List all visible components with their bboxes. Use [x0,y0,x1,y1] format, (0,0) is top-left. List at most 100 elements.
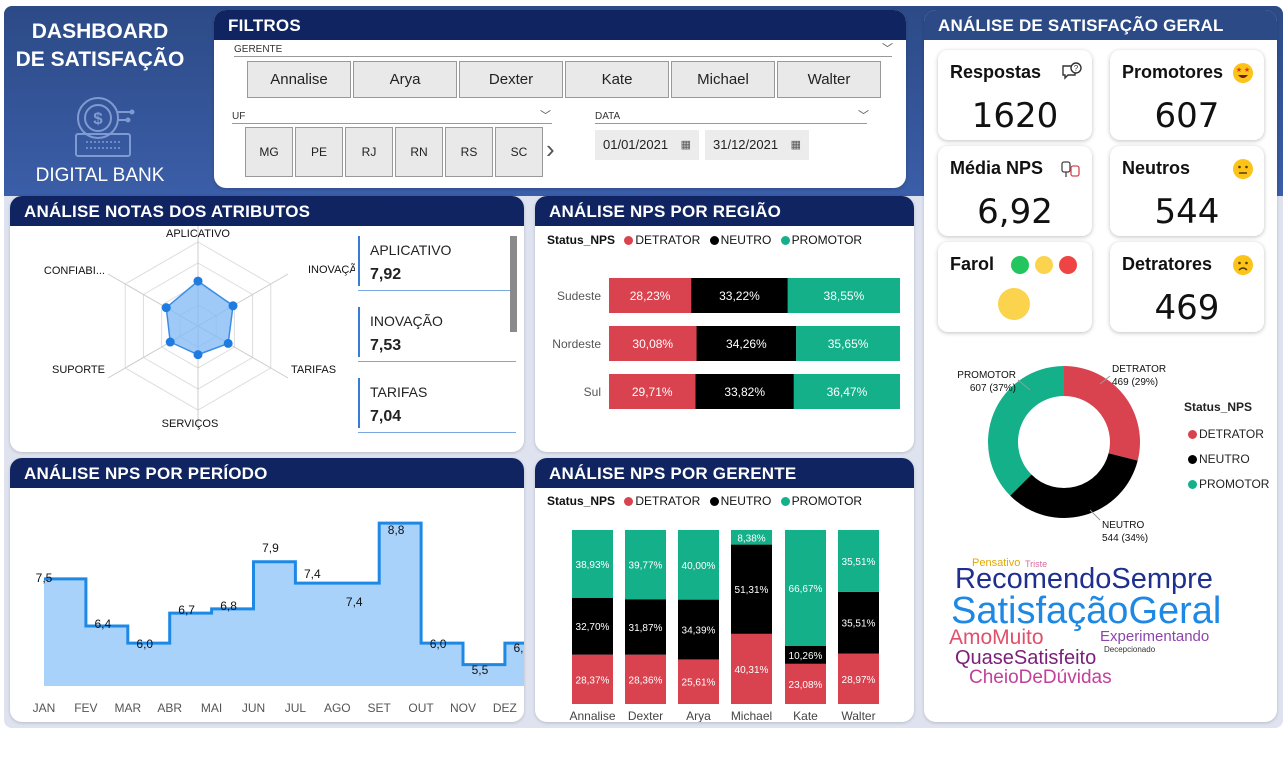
gerente-label: GERENTE [234,44,283,55]
date-start-input[interactable]: 01/01/2021 ▦ [595,130,699,160]
manager-data-label: 40,31% [735,665,769,676]
attr-accent-bar [358,236,360,286]
attr-underline [358,361,516,362]
kpi-promotores-label: Promotores [1122,62,1224,82]
region-category-label: Sul [584,385,601,399]
donut-legend-item: DETRATOR [1182,422,1269,447]
thumbs-icon [1061,161,1080,177]
gerente-chevron-down-icon[interactable]: ﹀ [882,40,893,56]
manager-data-label: 32,70% [576,622,610,633]
date-end-value: 31/12/2021 [713,137,779,152]
gerente-chip-michael[interactable]: Michael [671,61,775,98]
gerente-chip-dexter[interactable]: Dexter [459,61,563,98]
gerente-chip-kate[interactable]: Kate [565,61,669,98]
period-month-label: AGO [324,701,351,715]
uf-next-arrow-icon[interactable]: › [546,136,555,162]
word-experimentando: Experimentando [1100,628,1210,645]
uf-divider [232,123,552,124]
period-data-label: 7,5 [36,571,53,585]
uf-chip-sc[interactable]: SC [495,127,543,177]
detrator-dot [1188,430,1197,439]
kpi-farol-label: Farol [950,254,995,274]
promotor-dot [1188,480,1197,489]
kpi-media-nps: Média NPS 6,92 [938,146,1092,236]
radar-point [193,350,203,360]
attr-accent-bar [358,378,360,428]
kpi-media-nps-value: 6,92 [977,192,1053,232]
uf-chip-rj[interactable]: RJ [345,127,393,177]
period-data-label: 6,4 [95,617,112,631]
nps-regiao-chart: Sudeste 28,23% 33,22% 38,55% Nordeste 30,08% 3… [552,278,900,409]
period-month-label: FEV [74,701,97,715]
gerente-chip-walter[interactable]: Walter [777,61,881,98]
legend-label: DETRATOR [635,233,701,247]
date-end-input[interactable]: 31/12/2021 ▦ [705,130,809,160]
filters-panel: FILTROS GERENTE ﹀ Annalise Arya Dexter K… [214,10,906,188]
calendar-icon[interactable]: ▦ [681,130,691,160]
period-month-label: JUN [242,701,265,715]
gerente-chip-arya[interactable]: Arya [353,61,457,98]
uf-chip-rn[interactable]: RN [395,127,443,177]
attr-value: 7,04 [370,408,402,425]
manager-category-label: Kate [793,709,818,722]
traffic-light-icon [1011,256,1077,274]
svg-text:★: ★ [1236,66,1242,74]
donut-slice-label: NEUTRO [1102,520,1144,531]
title-line-2: DE SATISFAÇÃO [15,48,185,71]
period-month-label: DEZ [493,701,517,715]
gerente-chip-annalise[interactable]: Annalise [247,61,351,98]
period-month-label: NOV [450,701,476,715]
donut-legend-item: NEUTRO [1182,447,1269,472]
legend-title: Status_NPS [547,233,616,247]
period-data-label: 5,5 [472,663,489,677]
period-month-label: JAN [33,701,56,715]
period-data-label: 7,4 [304,567,321,581]
radar-axis-label: TARIFAS [291,364,336,376]
radar-axis-label: INOVAÇÃO [308,263,355,276]
nps-periodo-panel: ANÁLISE NPS POR PERÍODO 7,5 JAN 6,4 FEV 6,0 M… [10,458,524,722]
uf-chip-mg[interactable]: MG [245,127,293,177]
donut-slice [1010,453,1138,518]
radar-axis-label: CONFIABI... [44,265,105,277]
region-data-label: 28,23% [630,289,671,303]
uf-chip-pe[interactable]: PE [295,127,343,177]
period-data-label: 6,0 [514,641,524,655]
attr-name: TARIFAS [370,384,428,400]
manager-category-label: Annalise [569,709,615,722]
region-data-label: 36,47% [827,385,868,399]
data-chevron-down-icon[interactable]: ﹀ [858,107,869,123]
kpi-respostas-value: 1620 [971,96,1059,136]
nps-periodo-chart: 7,5 JAN 6,4 FEV 6,0 MAR 6,7 ABR 6,8 MAI 7,9 JUN 7,4 J… [33,521,524,715]
period-month-label: JUL [285,701,307,715]
period-data-label: 6,0 [430,637,447,651]
radar-axis-label: APLICATIVO [166,228,230,240]
uf-chip-rs[interactable]: RS [445,127,493,177]
legend-label: NEUTRO [720,233,772,247]
period-data-label: 7,4 [346,595,363,609]
title-line-1: DASHBOARD [31,20,169,43]
manager-data-label: 28,97% [842,675,876,686]
calendar-icon[interactable]: ▦ [791,130,801,160]
attr-underline [358,432,516,433]
region-category-label: Sudeste [557,289,601,303]
donut-legend-label: DETRATOR [1199,427,1264,441]
attr-accent-bar [358,307,360,357]
donut-legend-label: PROMOTOR [1199,477,1270,491]
manager-data-label: 25,61% [682,678,716,689]
period-month-label: SET [368,701,392,715]
legend-label: NEUTRO [720,494,772,508]
attr-list-scrollbar[interactable] [510,236,517,332]
attr-underline [358,290,516,291]
region-data-label: 33,82% [724,385,765,399]
manager-data-label: 8,38% [737,533,765,544]
region-data-label: 35,65% [828,337,869,351]
uf-chevron-down-icon[interactable]: ﹀ [540,107,551,123]
donut-slice-label: DETRATOR [1112,364,1166,375]
atributos-header: ANÁLISE NOTAS DOS ATRIBUTOS [10,196,524,226]
kpi-detratores-value: 469 [1154,288,1220,328]
region-data-label: 38,55% [824,289,865,303]
attr-value: 7,92 [370,266,402,283]
dashboard-title: DASHBOARD DE SATISFAÇÃO [12,18,188,74]
manager-data-label: 66,67% [789,584,823,595]
donut-legend: DETRATOR NEUTRO PROMOTOR [1182,422,1269,497]
